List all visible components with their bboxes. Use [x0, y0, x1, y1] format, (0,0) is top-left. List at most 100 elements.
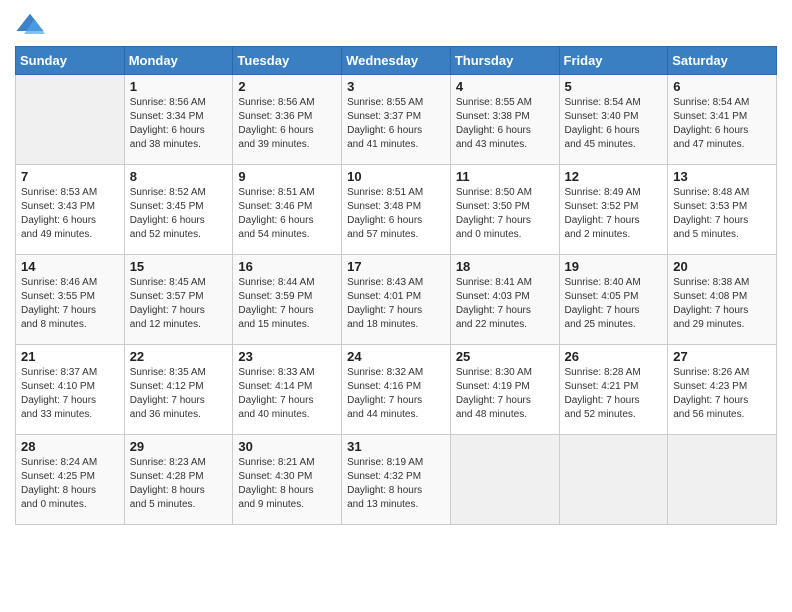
day-number: 23: [238, 349, 336, 364]
day-info: Sunrise: 8:23 AM Sunset: 4:28 PM Dayligh…: [130, 456, 228, 512]
day-number: 13: [673, 169, 771, 184]
calendar-cell: 27 Sunrise: 8:26 AM Sunset: 4:23 PM Dayli…: [668, 345, 777, 435]
day-number: 14: [21, 259, 119, 274]
day-number: 25: [456, 349, 554, 364]
day-info: Sunrise: 8:28 AM Sunset: 4:21 PM Dayligh…: [565, 366, 663, 422]
col-header-saturday: Saturday: [668, 47, 777, 75]
calendar-cell: 6Sunrise: 8:54 AM Sunset: 3:41 PM Daylig…: [668, 75, 777, 165]
page: SundayMondayTuesdayWednesdayThursdayFrid…: [0, 0, 792, 612]
calendar-cell: 21Sunrise: 8:37 AM Sunset: 4:10 PM Dayli…: [16, 345, 125, 435]
calendar-cell: 19 Sunrise: 8:40 AM Sunset: 4:05 PM Dayli…: [559, 255, 668, 345]
calendar-cell: [16, 75, 125, 165]
calendar-cell: 29 Sunrise: 8:23 AM Sunset: 4:28 PM Dayli…: [124, 435, 233, 525]
day-info: Sunrise: 8:41 AM Sunset: 4:03 PM Dayligh…: [456, 276, 554, 332]
calendar-cell: [559, 435, 668, 525]
day-info: Sunrise: 8:26 AM Sunset: 4:23 PM Dayligh…: [673, 366, 771, 422]
day-number: 2: [238, 79, 336, 94]
day-info: Sunrise: 8:53 AM Sunset: 3:43 PM Dayligh…: [21, 186, 119, 242]
week-row-4: 21Sunrise: 8:37 AM Sunset: 4:10 PM Dayli…: [16, 345, 777, 435]
week-row-3: 14 Sunrise: 8:46 AM Sunset: 3:55 PM Dayli…: [16, 255, 777, 345]
calendar-cell: 7 Sunrise: 8:53 AM Sunset: 3:43 PM Daylig…: [16, 165, 125, 255]
week-row-2: 7 Sunrise: 8:53 AM Sunset: 3:43 PM Daylig…: [16, 165, 777, 255]
calendar-cell: 31 Sunrise: 8:19 AM Sunset: 4:32 PM Dayli…: [342, 435, 451, 525]
day-number: 16: [238, 259, 336, 274]
day-number: 29: [130, 439, 228, 454]
day-info: Sunrise: 8:44 AM Sunset: 3:59 PM Dayligh…: [238, 276, 336, 332]
day-number: 22: [130, 349, 228, 364]
day-info: Sunrise: 8:52 AM Sunset: 3:45 PM Dayligh…: [130, 186, 228, 242]
day-info: Sunrise: 8:50 AM Sunset: 3:50 PM Dayligh…: [456, 186, 554, 242]
col-header-sunday: Sunday: [16, 47, 125, 75]
day-number: 24: [347, 349, 445, 364]
day-number: 9: [238, 169, 336, 184]
logo: [15, 10, 49, 40]
day-number: 18: [456, 259, 554, 274]
day-number: 26: [565, 349, 663, 364]
day-number: 7: [21, 169, 119, 184]
day-number: 8: [130, 169, 228, 184]
day-info: Sunrise: 8:46 AM Sunset: 3:55 PM Dayligh…: [21, 276, 119, 332]
col-header-tuesday: Tuesday: [233, 47, 342, 75]
calendar-cell: 23 Sunrise: 8:33 AM Sunset: 4:14 PM Dayli…: [233, 345, 342, 435]
day-info: Sunrise: 8:35 AM Sunset: 4:12 PM Dayligh…: [130, 366, 228, 422]
calendar-table: SundayMondayTuesdayWednesdayThursdayFrid…: [15, 46, 777, 525]
day-number: 11: [456, 169, 554, 184]
day-number: 4: [456, 79, 554, 94]
day-info: Sunrise: 8:19 AM Sunset: 4:32 PM Dayligh…: [347, 456, 445, 512]
col-header-monday: Monday: [124, 47, 233, 75]
calendar-cell: 28Sunrise: 8:24 AM Sunset: 4:25 PM Dayli…: [16, 435, 125, 525]
calendar-cell: 1 Sunrise: 8:56 AM Sunset: 3:34 PM Daylig…: [124, 75, 233, 165]
calendar-cell: 16 Sunrise: 8:44 AM Sunset: 3:59 PM Dayli…: [233, 255, 342, 345]
day-info: Sunrise: 8:55 AM Sunset: 3:38 PM Dayligh…: [456, 96, 554, 152]
day-number: 30: [238, 439, 336, 454]
calendar-cell: 13 Sunrise: 8:48 AM Sunset: 3:53 PM Dayli…: [668, 165, 777, 255]
calendar-cell: 25 Sunrise: 8:30 AM Sunset: 4:19 PM Dayli…: [450, 345, 559, 435]
day-info: Sunrise: 8:32 AM Sunset: 4:16 PM Dayligh…: [347, 366, 445, 422]
day-number: 17: [347, 259, 445, 274]
day-info: Sunrise: 8:33 AM Sunset: 4:14 PM Dayligh…: [238, 366, 336, 422]
week-row-5: 28Sunrise: 8:24 AM Sunset: 4:25 PM Dayli…: [16, 435, 777, 525]
col-header-friday: Friday: [559, 47, 668, 75]
day-info: Sunrise: 8:49 AM Sunset: 3:52 PM Dayligh…: [565, 186, 663, 242]
day-number: 28: [21, 439, 119, 454]
col-header-wednesday: Wednesday: [342, 47, 451, 75]
day-info: Sunrise: 8:56 AM Sunset: 3:34 PM Dayligh…: [130, 96, 228, 152]
day-number: 27: [673, 349, 771, 364]
day-number: 31: [347, 439, 445, 454]
calendar-cell: 10Sunrise: 8:51 AM Sunset: 3:48 PM Dayli…: [342, 165, 451, 255]
calendar-cell: 18 Sunrise: 8:41 AM Sunset: 4:03 PM Dayli…: [450, 255, 559, 345]
calendar-cell: 8 Sunrise: 8:52 AM Sunset: 3:45 PM Daylig…: [124, 165, 233, 255]
calendar-cell: 17 Sunrise: 8:43 AM Sunset: 4:01 PM Dayli…: [342, 255, 451, 345]
calendar-cell: 22 Sunrise: 8:35 AM Sunset: 4:12 PM Dayli…: [124, 345, 233, 435]
day-info: Sunrise: 8:43 AM Sunset: 4:01 PM Dayligh…: [347, 276, 445, 332]
day-number: 19: [565, 259, 663, 274]
day-info: Sunrise: 8:54 AM Sunset: 3:40 PM Dayligh…: [565, 96, 663, 152]
day-info: Sunrise: 8:45 AM Sunset: 3:57 PM Dayligh…: [130, 276, 228, 332]
day-number: 5: [565, 79, 663, 94]
day-number: 20: [673, 259, 771, 274]
day-info: Sunrise: 8:40 AM Sunset: 4:05 PM Dayligh…: [565, 276, 663, 332]
calendar-cell: [668, 435, 777, 525]
day-info: Sunrise: 8:48 AM Sunset: 3:53 PM Dayligh…: [673, 186, 771, 242]
day-info: Sunrise: 8:54 AM Sunset: 3:41 PM Dayligh…: [673, 96, 771, 152]
calendar-cell: 14 Sunrise: 8:46 AM Sunset: 3:55 PM Dayli…: [16, 255, 125, 345]
calendar-cell: 24 Sunrise: 8:32 AM Sunset: 4:16 PM Dayli…: [342, 345, 451, 435]
calendar-cell: 4 Sunrise: 8:55 AM Sunset: 3:38 PM Daylig…: [450, 75, 559, 165]
day-info: Sunrise: 8:30 AM Sunset: 4:19 PM Dayligh…: [456, 366, 554, 422]
day-info: Sunrise: 8:38 AM Sunset: 4:08 PM Dayligh…: [673, 276, 771, 332]
calendar-cell: 3 Sunrise: 8:55 AM Sunset: 3:37 PM Daylig…: [342, 75, 451, 165]
calendar-cell: 2 Sunrise: 8:56 AM Sunset: 3:36 PM Daylig…: [233, 75, 342, 165]
day-number: 12: [565, 169, 663, 184]
day-info: Sunrise: 8:51 AM Sunset: 3:48 PM Dayligh…: [347, 186, 445, 242]
calendar-cell: 12 Sunrise: 8:49 AM Sunset: 3:52 PM Dayli…: [559, 165, 668, 255]
col-header-thursday: Thursday: [450, 47, 559, 75]
day-info: Sunrise: 8:37 AM Sunset: 4:10 PM Dayligh…: [21, 366, 119, 422]
day-info: Sunrise: 8:55 AM Sunset: 3:37 PM Dayligh…: [347, 96, 445, 152]
calendar-cell: [450, 435, 559, 525]
day-info: Sunrise: 8:56 AM Sunset: 3:36 PM Dayligh…: [238, 96, 336, 152]
calendar-cell: 5 Sunrise: 8:54 AM Sunset: 3:40 PM Daylig…: [559, 75, 668, 165]
day-number: 3: [347, 79, 445, 94]
calendar-cell: 30Sunrise: 8:21 AM Sunset: 4:30 PM Dayli…: [233, 435, 342, 525]
calendar-cell: 11 Sunrise: 8:50 AM Sunset: 3:50 PM Dayli…: [450, 165, 559, 255]
day-number: 1: [130, 79, 228, 94]
